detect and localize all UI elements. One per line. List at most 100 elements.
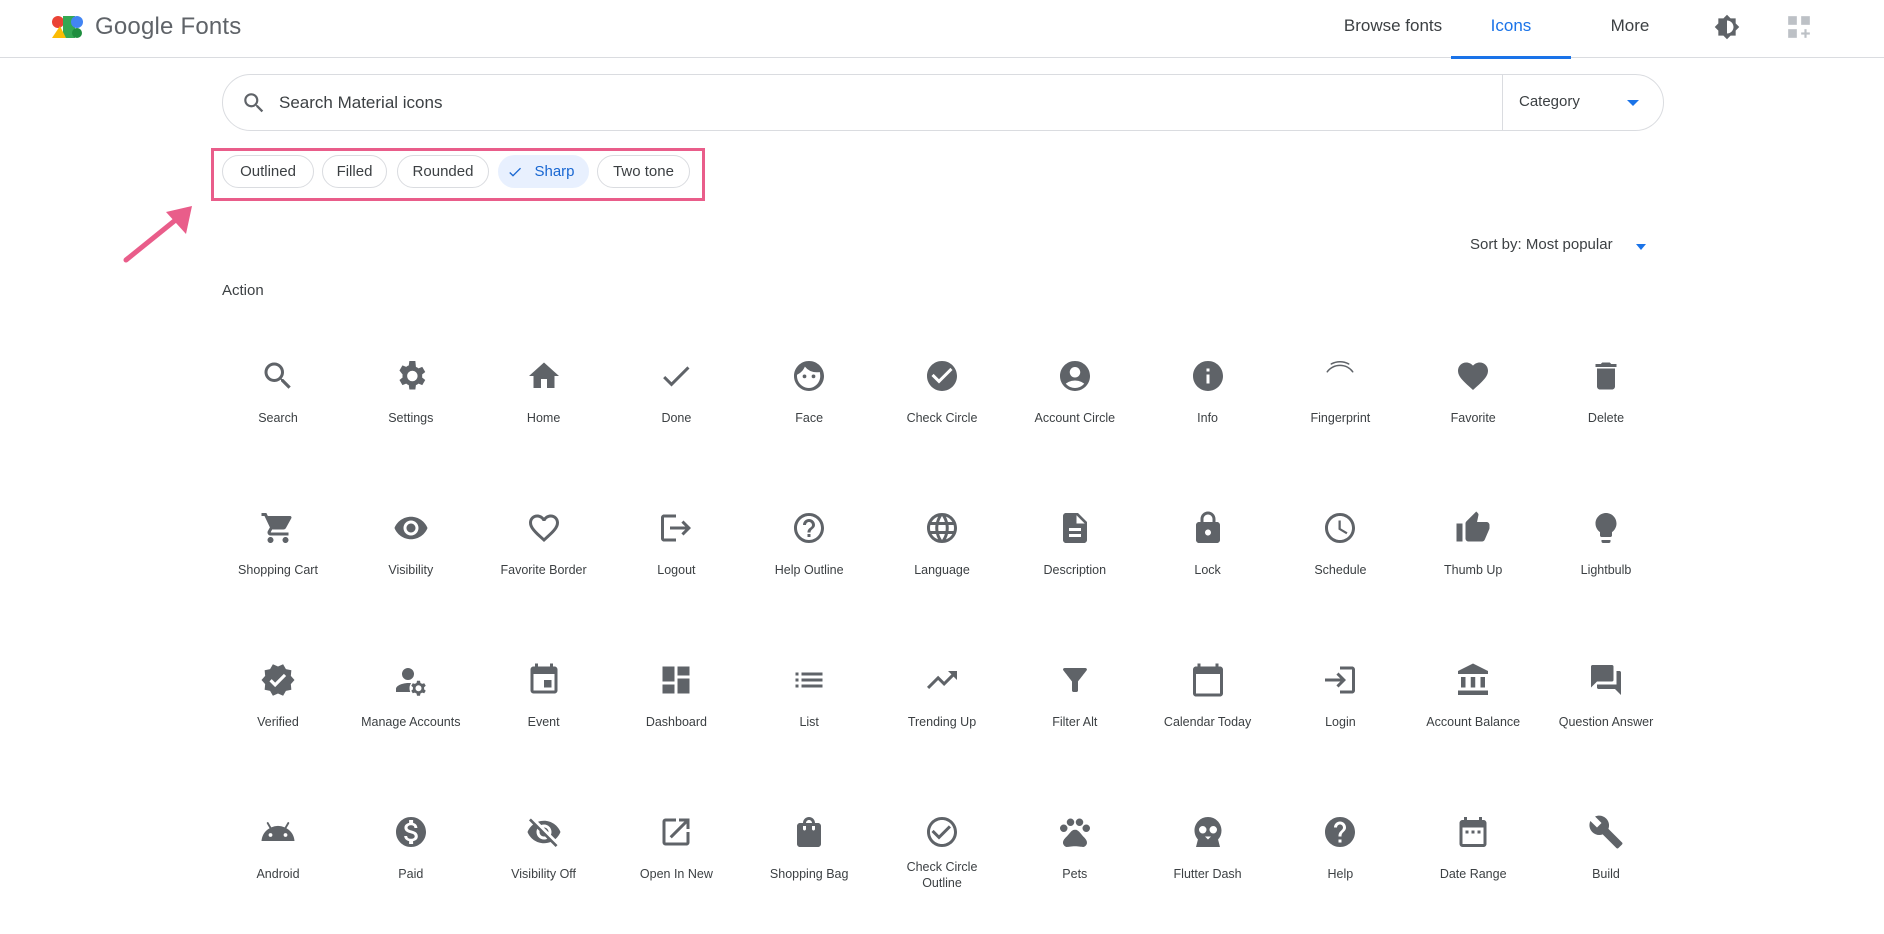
- search-bar: Category: [222, 74, 1664, 131]
- brightness-icon[interactable]: [1714, 14, 1740, 40]
- icon-item-help[interactable]: Help: [1274, 814, 1406, 934]
- icon-item-filter-alt[interactable]: Filter Alt: [1009, 662, 1141, 782]
- date-range-icon: [1459, 817, 1487, 847]
- icon-label: Visibility Off: [511, 867, 577, 881]
- description-icon: [1062, 513, 1087, 543]
- icon-item-settings[interactable]: Settings: [345, 358, 477, 478]
- icon-label: Manage Accounts: [361, 715, 461, 729]
- icon-item-info[interactable]: Info: [1142, 358, 1274, 478]
- icon-label: Flutter Dash: [1173, 867, 1242, 881]
- icon-item-visibility-off[interactable]: Visibility Off: [478, 814, 610, 934]
- language-icon: [927, 513, 957, 543]
- chip-filled[interactable]: Filled: [322, 155, 387, 188]
- check-circle-outline-icon: [927, 817, 957, 847]
- icon-item-help-outline[interactable]: Help Outline: [743, 510, 875, 630]
- sort-dropdown[interactable]: Sort by: Most popular: [1470, 236, 1650, 256]
- login-icon: [1325, 666, 1356, 694]
- chip-two-tone[interactable]: Two tone: [597, 155, 690, 188]
- icon-item-description[interactable]: Description: [1009, 510, 1141, 630]
- shopping-cart-icon: [261, 513, 292, 543]
- nav-more[interactable]: More: [1570, 0, 1690, 58]
- icon-item-lock[interactable]: Lock: [1142, 510, 1274, 630]
- icon-item-visibility[interactable]: Visibility: [345, 510, 477, 630]
- icon-label: Help: [1327, 867, 1354, 881]
- icon-item-schedule[interactable]: Schedule: [1274, 510, 1406, 630]
- icon-item-account-circle[interactable]: Account Circle: [1009, 358, 1141, 478]
- icon-item-question-answer[interactable]: Question Answer: [1540, 662, 1672, 782]
- icon-item-done[interactable]: Done: [610, 358, 742, 478]
- add-apps-icon[interactable]: [1786, 14, 1812, 40]
- category-dropdown[interactable]: Category: [1502, 75, 1664, 130]
- icon-item-trending-up[interactable]: Trending Up: [876, 662, 1008, 782]
- icon-item-thumb-up[interactable]: Thumb Up: [1407, 510, 1539, 630]
- top-app-bar: Google Fonts Browse fonts Icons More: [0, 0, 1884, 59]
- icon-item-open-in-new[interactable]: Open In New: [610, 814, 742, 934]
- icon-item-flutter-dash[interactable]: Flutter Dash: [1142, 814, 1274, 934]
- open-in-new-icon: [662, 818, 690, 846]
- icon-item-pets[interactable]: Pets: [1009, 814, 1141, 934]
- icon-item-account-balance[interactable]: Account Balance: [1407, 662, 1539, 782]
- icon-label: Check Circle: [906, 411, 978, 425]
- chip-sharp[interactable]: Sharp: [498, 155, 589, 188]
- icon-item-logout[interactable]: Logout: [610, 510, 742, 630]
- search-input[interactable]: [279, 85, 1399, 121]
- icon-label: Visibility: [388, 563, 434, 577]
- icon-label: Lightbulb: [1580, 563, 1632, 577]
- brand-title[interactable]: Google Fonts: [95, 13, 241, 41]
- icon-item-fingerprint[interactable]: Fingerprint: [1274, 358, 1406, 478]
- icon-label: Lock: [1194, 563, 1221, 577]
- account-circle-icon: [1059, 361, 1090, 391]
- icon-item-manage-accounts[interactable]: Manage Accounts: [345, 662, 477, 782]
- icon-label: Build: [1592, 867, 1620, 881]
- event-icon: [530, 663, 558, 694]
- icon-item-android[interactable]: Android: [212, 814, 344, 934]
- visibility-icon: [394, 516, 428, 540]
- icon-item-event[interactable]: Event: [478, 662, 610, 782]
- chip-rounded[interactable]: Rounded: [397, 155, 489, 188]
- settings-icon: [399, 361, 426, 390]
- icon-item-check-circle[interactable]: Check Circle: [876, 358, 1008, 478]
- thumb-up-icon: [1456, 511, 1490, 542]
- icon-item-build[interactable]: Build: [1540, 814, 1672, 934]
- icon-item-favorite-border[interactable]: Favorite Border: [478, 510, 610, 630]
- icon-label: Verified: [257, 715, 299, 729]
- calendar-today-icon: [1192, 663, 1223, 697]
- icon-item-delete[interactable]: Delete: [1540, 358, 1672, 478]
- question-answer-icon: [1591, 665, 1621, 695]
- icon-item-login[interactable]: Login: [1274, 662, 1406, 782]
- chip-outlined[interactable]: Outlined: [222, 155, 314, 188]
- icon-label: Question Answer: [1558, 715, 1654, 729]
- fingerprint-icon: [1326, 361, 1354, 373]
- nav-icons[interactable]: Icons: [1451, 0, 1571, 59]
- icon-label: Open In New: [639, 867, 713, 881]
- icon-item-calendar-today[interactable]: Calendar Today: [1142, 662, 1274, 782]
- icon-item-face[interactable]: Face: [743, 358, 875, 478]
- icon-label: Calendar Today: [1163, 715, 1252, 729]
- sort-caret-icon: [1636, 244, 1646, 250]
- icon-item-favorite[interactable]: Favorite: [1407, 358, 1539, 478]
- icon-label: Shopping Cart: [238, 563, 318, 577]
- icon-label: Favorite: [1450, 411, 1496, 425]
- icon-label: Account Circle: [1034, 411, 1116, 425]
- paid-icon: [395, 817, 426, 847]
- filter-alt-icon: [1062, 668, 1087, 692]
- check-circle-icon: [927, 361, 957, 391]
- icon-item-language[interactable]: Language: [876, 510, 1008, 630]
- icon-item-search[interactable]: Search: [212, 358, 344, 478]
- icon-item-verified[interactable]: Verified: [212, 662, 344, 782]
- icon-item-date-range[interactable]: Date Range: [1407, 814, 1539, 934]
- icon-item-check-circle-outline[interactable]: Check Circle Outline: [876, 814, 1008, 934]
- chip-sharp-label: Sharp: [534, 163, 575, 180]
- icon-item-paid[interactable]: Paid: [345, 814, 477, 934]
- icon-item-shopping-bag[interactable]: Shopping Bag: [743, 814, 875, 934]
- icon-item-dashboard[interactable]: Dashboard: [610, 662, 742, 782]
- icon-item-home[interactable]: Home: [478, 358, 610, 478]
- icon-label: Delete: [1587, 411, 1625, 425]
- nav-browse-fonts[interactable]: Browse fonts: [1318, 0, 1468, 58]
- icon-item-lightbulb[interactable]: Lightbulb: [1540, 510, 1672, 630]
- icon-label: Dashboard: [645, 715, 707, 729]
- icon-item-shopping-cart[interactable]: Shopping Cart: [212, 510, 344, 630]
- icon-label: Android: [256, 867, 300, 881]
- google-fonts-logo[interactable]: [50, 14, 84, 40]
- icon-item-list[interactable]: List: [743, 662, 875, 782]
